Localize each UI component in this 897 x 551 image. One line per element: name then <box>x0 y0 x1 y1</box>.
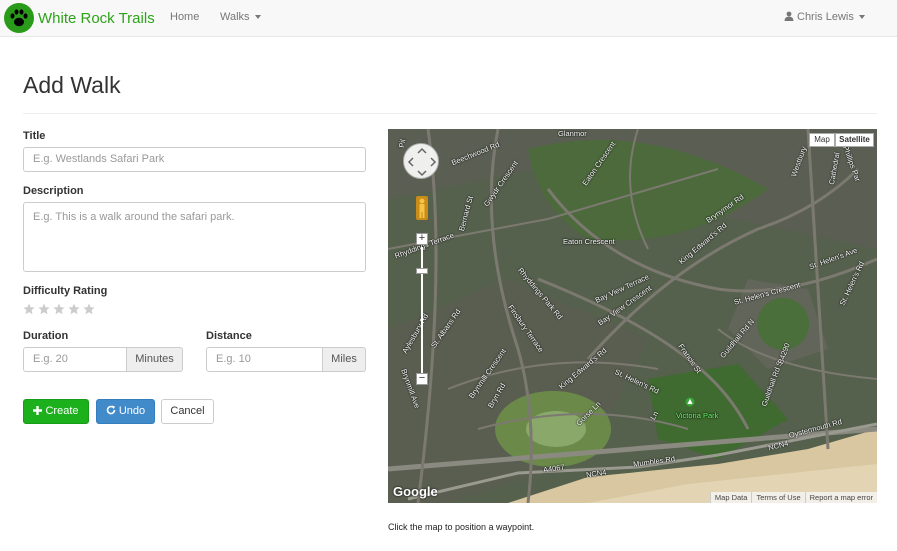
brand-name: White Rock Trails <box>38 9 155 27</box>
map-type-map-button[interactable]: Map <box>809 133 835 147</box>
user-icon <box>784 11 794 21</box>
undo-button[interactable]: Undo <box>96 399 155 424</box>
create-button[interactable]: Create <box>23 399 89 424</box>
distance-label: Distance <box>206 330 252 342</box>
plus-icon <box>33 406 43 415</box>
distance-input[interactable]: E.g. 10 <box>206 347 323 372</box>
refresh-icon <box>106 405 116 415</box>
map[interactable]: Beechwood Rd Gwydr Crescent Eaton Cresce… <box>388 129 877 503</box>
caret-down-icon <box>858 15 865 20</box>
header-divider <box>23 113 877 114</box>
page-title: Add Walk <box>23 72 121 98</box>
difficulty-rating[interactable] <box>23 303 95 315</box>
terms-of-use-link[interactable]: Terms of Use <box>751 492 804 503</box>
nav-home-link[interactable]: Home <box>170 0 199 36</box>
pegman-icon[interactable] <box>416 196 428 220</box>
pan-control[interactable] <box>403 143 439 179</box>
distance-unit-addon: Miles <box>322 347 366 372</box>
user-name: Chris Lewis <box>797 11 854 23</box>
duration-label: Duration <box>23 330 69 342</box>
create-button-label: Create <box>45 405 79 417</box>
street-label: Glanmor <box>558 129 587 138</box>
pan-arrows-icon <box>407 147 437 177</box>
map-footer: Map Data Terms of Use Report a map error <box>709 492 877 503</box>
navbar: White Rock Trails Home Walks Chris Lewis <box>0 0 897 37</box>
nav-walks-dropdown[interactable]: Walks <box>220 0 261 36</box>
undo-button-label: Undo <box>118 405 146 417</box>
park-marker-icon <box>685 397 695 407</box>
map-caption: Click the map to position a waypoint. <box>388 522 535 532</box>
map-data-link[interactable]: Map Data <box>709 492 752 503</box>
caret-down-icon <box>254 15 261 20</box>
star-icon[interactable] <box>53 303 65 315</box>
map-type-satellite-button[interactable]: Satellite <box>835 133 874 147</box>
cancel-button[interactable]: Cancel <box>161 399 214 424</box>
zoom-slider-track[interactable] <box>421 247 423 377</box>
star-icon[interactable] <box>38 303 50 315</box>
star-icon[interactable] <box>83 303 95 315</box>
difficulty-label: Difficulty Rating <box>23 285 108 297</box>
title-input[interactable]: E.g. Westlands Safari Park <box>23 147 366 172</box>
satellite-imagery <box>388 129 877 503</box>
duration-input[interactable]: E.g. 20 <box>23 347 127 372</box>
park-label: Victoria Park <box>676 411 719 420</box>
zoom-slider-thumb[interactable] <box>416 268 428 274</box>
user-menu-dropdown[interactable]: Chris Lewis <box>784 0 865 36</box>
paw-logo-icon <box>4 3 34 33</box>
street-label: Eaton Crescent <box>563 237 615 246</box>
zoom-in-button[interactable]: + <box>416 233 428 245</box>
title-label: Title <box>23 130 46 142</box>
google-logo: Google <box>393 484 438 499</box>
star-icon[interactable] <box>23 303 35 315</box>
star-icon[interactable] <box>68 303 80 315</box>
zoom-out-button[interactable]: − <box>416 373 428 385</box>
description-label: Description <box>23 185 84 197</box>
nav-walks-label: Walks <box>220 11 250 23</box>
report-map-error-link[interactable]: Report a map error <box>804 492 877 503</box>
duration-unit-addon: Minutes <box>126 347 183 372</box>
description-textarea[interactable]: E.g. This is a walk around the safari pa… <box>23 202 366 272</box>
brand[interactable]: White Rock Trails <box>4 3 155 33</box>
